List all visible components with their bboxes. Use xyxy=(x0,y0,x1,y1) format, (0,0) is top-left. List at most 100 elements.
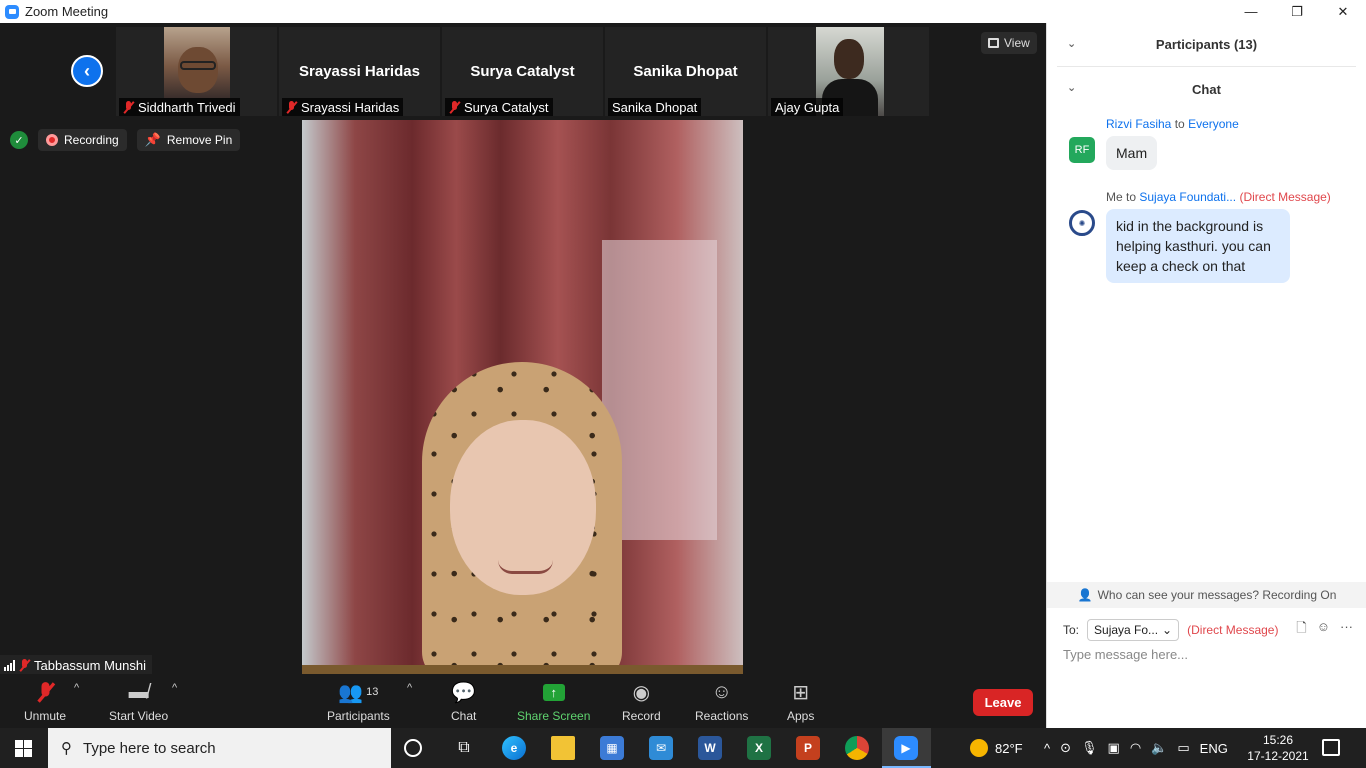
message-recipient[interactable]: Sujaya Foundati... xyxy=(1139,190,1236,204)
message-bubble[interactable]: Mam xyxy=(1106,136,1158,170)
wifi-icon[interactable]: ◠ xyxy=(1130,740,1141,756)
participant-display-name: Surya Catalyst xyxy=(470,63,575,80)
message-sender: Me xyxy=(1106,190,1123,204)
video-options-caret[interactable]: ^ xyxy=(172,682,177,694)
participant-name: Ajay Gupta xyxy=(775,99,840,115)
recipient-row: To: Sujaya Fo... ⌄ (Direct Message) 🗋 ☺ … xyxy=(1063,619,1353,641)
participant-tile[interactable]: Sanika Dhopat Sanika Dhopat xyxy=(605,27,766,116)
word-icon[interactable]: W xyxy=(698,736,722,760)
windows-start-icon[interactable] xyxy=(15,740,32,757)
shield-icon[interactable]: ✓ xyxy=(10,131,28,149)
pinned-speaker-name: Tabbassum Munshi xyxy=(34,657,146,673)
cortana-icon[interactable] xyxy=(404,739,422,757)
search-icon: ⚲ xyxy=(61,740,72,757)
remove-pin-label: Remove Pin xyxy=(166,133,233,147)
participant-tile[interactable]: Surya Catalyst Surya Catalyst xyxy=(442,27,603,116)
taskbar-clock[interactable]: 15:26 17-12-2021 xyxy=(1247,732,1309,764)
chevron-down-icon: ⌄ xyxy=(1067,82,1077,94)
participant-count: 13 xyxy=(366,686,379,698)
chat-header-label: Chat xyxy=(1192,81,1221,97)
message-recipient[interactable]: Everyone xyxy=(1188,117,1239,131)
webcam-icon[interactable]: ⊙ xyxy=(1060,740,1071,756)
more-icon[interactable]: ··· xyxy=(1340,619,1353,641)
chevron-up-icon[interactable]: ^ xyxy=(1044,741,1050,756)
chat-section-header[interactable]: ⌄ Chat xyxy=(1057,67,1356,111)
notification-icon[interactable] xyxy=(1322,739,1340,756)
weather-temp: 82°F xyxy=(995,740,1023,756)
participant-tile[interactable]: Srayassi Haridas Srayassi Haridas xyxy=(279,27,440,116)
clock-date: 17-12-2021 xyxy=(1247,749,1309,763)
meet-now-icon[interactable]: ▣ xyxy=(1108,740,1120,756)
participant-name: Srayassi Haridas xyxy=(301,99,400,115)
share-screen-button[interactable]: ↑ Share Screen xyxy=(517,678,590,723)
emoji-icon[interactable]: ☺ xyxy=(1317,619,1330,641)
battery-icon[interactable]: ▭ xyxy=(1177,740,1189,756)
participants-button[interactable]: 👥 13 Participants xyxy=(327,678,390,724)
chrome-icon[interactable] xyxy=(845,736,869,760)
remove-pin-button[interactable]: 📌 Remove Pin xyxy=(136,129,241,151)
message-sender[interactable]: Rizvi Fasiha xyxy=(1106,117,1171,131)
participants-section-header[interactable]: ⌄ Participants (13) xyxy=(1057,23,1356,67)
chat-button[interactable]: 💬 Chat xyxy=(451,678,477,724)
window-controls: — ❐ ✕ xyxy=(1228,0,1366,23)
window-titlebar: Zoom Meeting — ❐ ✕ xyxy=(0,0,1366,23)
participant-display-name: Sanika Dhopat xyxy=(633,63,738,80)
participant-strip: Siddharth Trivedi Srayassi Haridas Sraya… xyxy=(116,27,929,116)
participant-video xyxy=(164,27,230,98)
language-indicator[interactable]: ENG xyxy=(1200,741,1228,756)
weather-widget[interactable]: 82°F xyxy=(970,728,1023,768)
message-visibility-notice[interactable]: 👤 Who can see your messages? Recording O… xyxy=(1047,582,1366,608)
chevron-down-icon: ⌄ xyxy=(1067,38,1077,50)
leave-button[interactable]: Leave xyxy=(973,689,1033,716)
participant-tile[interactable]: Ajay Gupta xyxy=(768,27,929,116)
audio-options-caret[interactable]: ^ xyxy=(74,682,79,694)
smiley-plus-icon: ☺ xyxy=(711,680,732,703)
apps-icon: ⊞ xyxy=(792,681,810,704)
person-icon: 👤 xyxy=(1077,588,1093,602)
participants-options-caret[interactable]: ^ xyxy=(407,682,412,694)
minimize-button[interactable]: — xyxy=(1228,0,1274,23)
grid-view-icon xyxy=(988,38,999,48)
view-label: View xyxy=(1004,36,1030,50)
volume-icon[interactable]: 🔈 xyxy=(1151,740,1167,756)
sun-icon xyxy=(970,739,988,757)
reactions-button[interactable]: ☺ Reactions xyxy=(695,678,748,724)
signal-bars-icon xyxy=(4,659,15,671)
apps-button[interactable]: ⊞ Apps xyxy=(787,678,814,724)
zoom-icon[interactable]: ▶ xyxy=(894,736,918,760)
side-panel: ⌄ Participants (13) ⌄ Chat Rizvi Fasiha … xyxy=(1046,23,1366,728)
share-screen-icon: ↑ xyxy=(542,678,565,706)
recipient-dropdown[interactable]: Sujaya Fo... ⌄ xyxy=(1087,619,1180,641)
powerpoint-icon[interactable]: P xyxy=(796,736,820,760)
file-explorer-icon[interactable] xyxy=(551,736,575,760)
participant-nametag: Srayassi Haridas xyxy=(282,98,404,116)
meeting-area: ‹ Siddharth Trivedi Srayassi Haridas Sra… xyxy=(0,23,1046,728)
file-icon[interactable]: 🗋 xyxy=(1296,619,1306,641)
video-off-icon: ▬̸ xyxy=(128,680,149,703)
start-video-button[interactable]: ▬̸ Start Video xyxy=(109,678,168,724)
edge-icon[interactable]: e xyxy=(502,736,526,760)
mic-muted-icon xyxy=(40,678,51,706)
microphone-icon[interactable]: 🎙 xyxy=(1081,740,1098,756)
chat-bubble-icon: 💬 xyxy=(451,681,477,704)
record-button[interactable]: ◉ Record xyxy=(622,678,661,724)
previous-page-button[interactable]: ‹ xyxy=(71,55,103,87)
mail-icon[interactable]: ✉ xyxy=(649,736,673,760)
view-button[interactable]: View xyxy=(981,32,1037,54)
task-view-icon[interactable]: ⧉ xyxy=(452,736,476,760)
taskbar-search[interactable]: ⚲ Type here to search xyxy=(48,728,391,768)
participant-nametag: Surya Catalyst xyxy=(445,98,553,116)
unmute-button[interactable]: Unmute xyxy=(24,678,66,723)
excel-icon[interactable]: X xyxy=(747,736,771,760)
windows-taskbar: ⚲ Type here to search ⧉ e ▦ ✉ W X P ▶ 82… xyxy=(0,728,1366,768)
recording-indicator[interactable]: Recording xyxy=(38,129,127,151)
store-icon[interactable]: ▦ xyxy=(600,736,624,760)
record-icon: ◉ xyxy=(632,681,651,704)
restore-button[interactable]: ❐ xyxy=(1274,0,1320,23)
message-input[interactable] xyxy=(1063,647,1353,662)
message-bubble[interactable]: kid in the background is helping kasthur… xyxy=(1106,209,1290,283)
participant-nametag: Sanika Dhopat xyxy=(608,98,702,116)
participant-tile[interactable]: Siddharth Trivedi xyxy=(116,27,277,116)
close-button[interactable]: ✕ xyxy=(1320,0,1366,23)
recording-label: Recording xyxy=(64,133,119,147)
